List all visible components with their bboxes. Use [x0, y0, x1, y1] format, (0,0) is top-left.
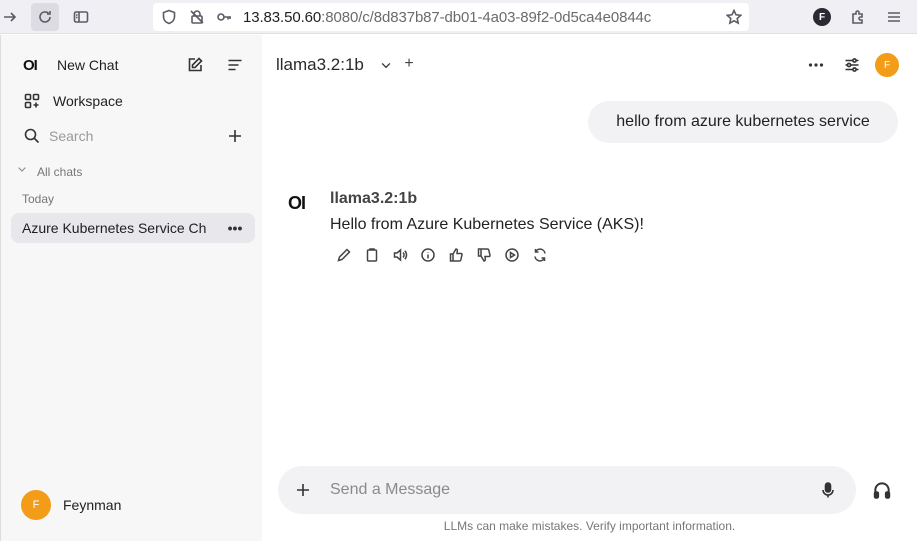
search-row [1, 120, 263, 152]
speaker-icon[interactable] [390, 245, 410, 265]
assistant-message: Hello from Azure Kubernetes Service (AKS… [330, 216, 644, 233]
bookmark-star-icon[interactable] [725, 8, 743, 25]
browser-toolbar: 13.83.50.60:8080/c/8d837b87-db01-4a03-89… [0, 0, 917, 34]
header-user-avatar[interactable]: F [875, 53, 899, 77]
insecure-lock-icon[interactable] [189, 9, 205, 25]
settings-sliders-icon[interactable] [841, 54, 863, 76]
all-chats-label[interactable]: All chats [37, 165, 82, 179]
edit-icon[interactable] [185, 55, 205, 75]
chevron-down-icon[interactable] [15, 162, 29, 176]
new-chat-row[interactable]: OI New Chat [1, 49, 263, 81]
thumbs-up-icon[interactable] [446, 245, 466, 265]
user-avatar[interactable]: F [21, 490, 51, 520]
continue-play-icon[interactable] [502, 245, 522, 265]
reader-view-button[interactable] [67, 3, 95, 31]
workspace-icon [22, 91, 42, 111]
edit-pencil-icon[interactable] [334, 245, 354, 265]
headphones-icon[interactable] [871, 479, 893, 501]
sidebar-toggle-icon [73, 11, 89, 23]
reload-button[interactable] [31, 3, 59, 31]
shield-icon[interactable] [161, 9, 177, 25]
disclaimer-text: LLMs can make mistakes. Verify important… [443, 519, 736, 533]
assistant-name: llama3.2:1b [330, 190, 418, 207]
thumbs-down-icon[interactable] [474, 245, 494, 265]
message-composer [278, 466, 856, 514]
browser-menu-button[interactable] [880, 3, 908, 31]
hamburger-icon [888, 12, 900, 22]
puzzle-icon [852, 10, 863, 24]
reload-icon [39, 11, 51, 23]
url-text[interactable]: 13.83.50.60:8080/c/8d837b87-db01-4a03-89… [243, 9, 651, 26]
key-icon[interactable] [216, 9, 232, 25]
address-bar[interactable]: 13.83.50.60:8080/c/8d837b87-db01-4a03-89… [153, 3, 749, 31]
add-icon[interactable] [225, 126, 245, 146]
app-logo: OI [23, 56, 38, 74]
browser-profile-avatar[interactable]: F [813, 8, 831, 26]
url-path: :8080/c/8d837b87-db01-4a03-89f2-0d5ca4e0… [321, 9, 652, 26]
new-chat-label[interactable]: New Chat [57, 57, 118, 73]
search-input[interactable] [49, 120, 219, 152]
extensions-button[interactable] [844, 3, 872, 31]
add-model-button[interactable]: + [398, 53, 420, 75]
more-options-icon[interactable]: ••• [225, 218, 245, 238]
assistant-logo: OI [288, 193, 306, 213]
forward-button[interactable] [0, 3, 24, 31]
user-message-bubble: hello from azure kubernetes service [588, 101, 898, 143]
sidebar-menu-icon[interactable] [225, 55, 245, 75]
more-horizontal-icon[interactable] [805, 54, 827, 76]
today-label: Today [22, 192, 55, 206]
message-input[interactable] [330, 466, 790, 514]
workspace-label: Workspace [53, 93, 123, 109]
workspace-row[interactable]: Workspace [1, 85, 263, 117]
user-name[interactable]: Feynman [63, 497, 121, 513]
microphone-icon[interactable] [817, 479, 839, 501]
info-icon[interactable] [418, 245, 438, 265]
arrow-right-icon [4, 12, 17, 22]
chevron-down-icon[interactable] [375, 54, 397, 76]
sidebar: OI New Chat Workspace All chats Today Az… [0, 35, 262, 541]
search-icon [22, 126, 42, 146]
chat-main: llama3.2:1b + F hello from azure kuberne… [262, 35, 917, 541]
regenerate-icon[interactable] [530, 245, 550, 265]
plus-icon[interactable] [292, 479, 314, 501]
chat-title[interactable]: Azure Kubernetes Service Ch [22, 220, 217, 236]
message-actions [334, 245, 550, 265]
model-selector[interactable]: llama3.2:1b [276, 55, 364, 75]
url-host: 13.83.50.60 [243, 9, 322, 26]
copy-clipboard-icon[interactable] [362, 245, 382, 265]
chat-list-item[interactable]: Azure Kubernetes Service Ch ••• [11, 213, 255, 243]
